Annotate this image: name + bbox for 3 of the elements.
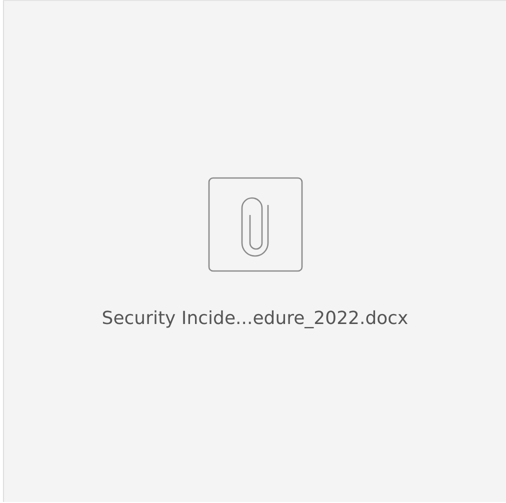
file-name: Security Incide...edure_2022.docx	[102, 308, 408, 329]
attachment-card[interactable]: Security Incide...edure_2022.docx	[3, 0, 506, 502]
paperclip-icon	[208, 177, 302, 272]
